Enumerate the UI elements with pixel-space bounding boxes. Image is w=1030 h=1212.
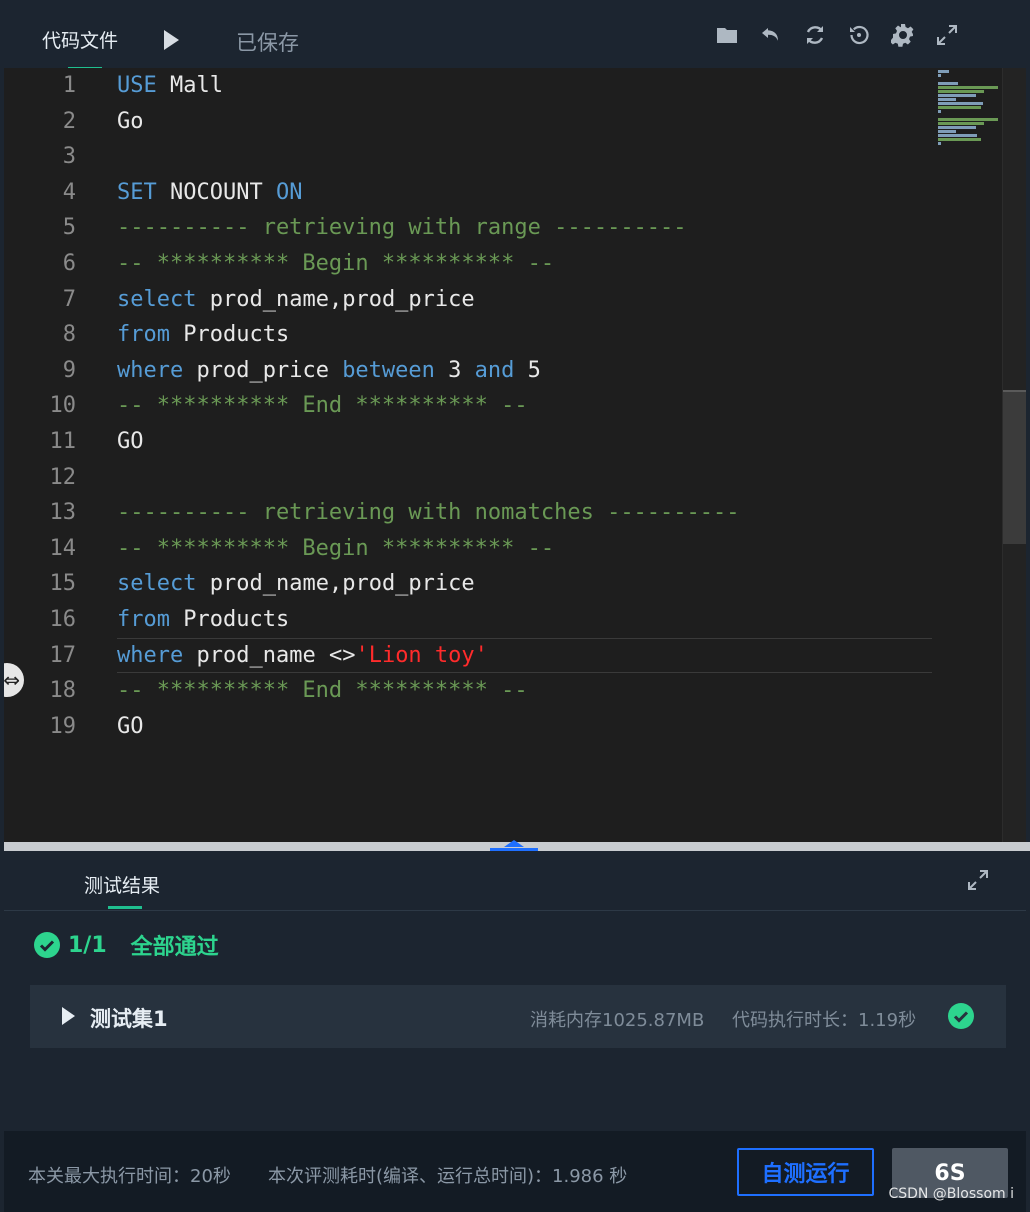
caret-right-icon[interactable]	[62, 1007, 75, 1025]
code-line[interactable]: GO	[117, 424, 932, 460]
code-line[interactable]	[117, 460, 932, 496]
minimap-line	[938, 94, 976, 97]
code-line[interactable]: select prod_name,prod_price	[117, 282, 932, 318]
vertical-scrollbar[interactable]	[1002, 68, 1026, 842]
toolbar-actions	[714, 22, 960, 48]
minimap-line	[938, 74, 941, 77]
pass-count: 1/1	[68, 932, 107, 958]
editor-toolbar: 代码文件 已保存	[4, 4, 1026, 70]
code-content[interactable]: USE Mall Go SET NOCOUNT ON ---------- retri…	[117, 68, 932, 744]
minimap-line	[938, 70, 950, 73]
minimap-line	[938, 122, 985, 125]
check-circle-icon	[948, 1003, 974, 1029]
minimap-line	[938, 90, 985, 93]
footer-bar: 本关最大执行时间：20秒 本次评测耗时(编译、运行总时间)：1.986 秒 自测…	[4, 1131, 1026, 1212]
code-line[interactable]: SET NOCOUNT ON	[117, 175, 932, 211]
testset-name: 测试集1	[90, 1007, 168, 1031]
code-line[interactable]: where prod_name <>'Lion toy'	[117, 637, 932, 674]
gear-icon[interactable]	[890, 22, 916, 48]
testset-duration: 代码执行时长：1.19秒	[732, 1010, 917, 1031]
history-icon[interactable]	[846, 22, 872, 48]
code-editor[interactable]: 1 2 3 4 5 6 7 8 9 10 11 12 13 14 15 16 17 18 19 USE Mall Go…	[4, 68, 1026, 842]
testset-row[interactable]: 测试集1 消耗内存1025.87MB 代码执行时长：1.19秒	[30, 985, 1006, 1048]
minimap-line	[938, 130, 957, 133]
results-header: 测试结果	[4, 852, 1026, 911]
line-number: 7	[62, 286, 76, 312]
check-circle-icon	[34, 932, 60, 958]
watermark: CSDN @Blossom i	[888, 1186, 1014, 1202]
line-number: 16	[49, 606, 77, 632]
code-line[interactable]: from Products	[117, 317, 932, 353]
minimap-line	[938, 134, 978, 137]
line-number: 1	[62, 73, 76, 98]
code-line[interactable]: USE Mall	[117, 68, 932, 104]
save-status: 已保存	[236, 31, 299, 55]
tab-active-indicator	[108, 906, 142, 909]
line-number: 8	[62, 322, 76, 348]
tab-test-results[interactable]: 测试结果	[84, 871, 160, 898]
scrollbar-thumb[interactable]	[1003, 390, 1026, 544]
line-number: 5	[62, 215, 76, 241]
testset-memory: 消耗内存1025.87MB	[530, 1010, 705, 1031]
minimap[interactable]	[938, 70, 1000, 150]
line-number: 4	[62, 179, 76, 205]
code-line[interactable]: GO	[117, 709, 932, 745]
total-eval-time: 本次评测耗时(编译、运行总时间)：1.986 秒	[268, 1166, 628, 1187]
line-number: 3	[62, 144, 76, 170]
minimap-line	[938, 110, 941, 113]
tab-code-file[interactable]: 代码文件	[42, 26, 118, 53]
line-number: 11	[49, 428, 77, 454]
minimap-line	[938, 118, 998, 121]
code-line[interactable]: -- ********** End ********** --	[117, 388, 932, 424]
code-line[interactable]: where prod_price between 3 and 5	[117, 353, 932, 389]
play-icon[interactable]	[164, 30, 179, 50]
pass-summary: 1/1 全部通过	[34, 929, 219, 961]
line-number: 12	[49, 464, 77, 490]
code-line[interactable]	[117, 139, 932, 175]
minimap-line	[938, 98, 957, 101]
pass-label: 全部通过	[130, 935, 219, 960]
undo-icon[interactable]	[758, 22, 784, 48]
minimap-line	[938, 82, 958, 85]
line-number: 2	[62, 108, 76, 134]
line-number-gutter: 1 2 3 4 5 6 7 8 9 10 11 12 13 14 15 16 17 18 19	[4, 68, 94, 744]
code-line[interactable]: -- ********** Begin ********** --	[117, 531, 932, 567]
code-line[interactable]: ---------- retrieving with range -------…	[117, 210, 932, 246]
self-test-button[interactable]: 自测运行	[737, 1148, 874, 1196]
line-number: 14	[49, 535, 77, 561]
max-exec-time: 本关最大执行时间：20秒	[28, 1166, 231, 1187]
minimap-line	[938, 126, 976, 129]
expand-icon[interactable]	[934, 22, 960, 48]
code-line[interactable]: from Products	[117, 602, 932, 638]
line-number: 13	[49, 500, 77, 526]
minimap-line	[938, 102, 983, 105]
line-number: 19	[49, 713, 77, 739]
refresh-icon[interactable]	[802, 22, 828, 48]
line-number: 9	[62, 357, 76, 383]
code-line[interactable]: Go	[117, 104, 932, 140]
code-line[interactable]: -- ********** Begin ********** --	[117, 246, 932, 282]
expand-results-icon[interactable]	[966, 868, 992, 894]
line-number: 6	[62, 250, 76, 276]
folder-icon[interactable]	[714, 22, 740, 48]
minimap-line	[938, 86, 998, 89]
line-number: 10	[49, 393, 77, 419]
minimap-line	[938, 138, 982, 141]
line-number: 15	[49, 571, 77, 597]
code-line[interactable]: -- ********** End ********** --	[117, 673, 932, 709]
code-line[interactable]: select prod_name,prod_price	[117, 566, 932, 602]
minimap-line	[938, 142, 941, 145]
code-line[interactable]: ---------- retrieving with nomatches ---…	[117, 495, 932, 531]
minimap-line	[938, 106, 982, 109]
